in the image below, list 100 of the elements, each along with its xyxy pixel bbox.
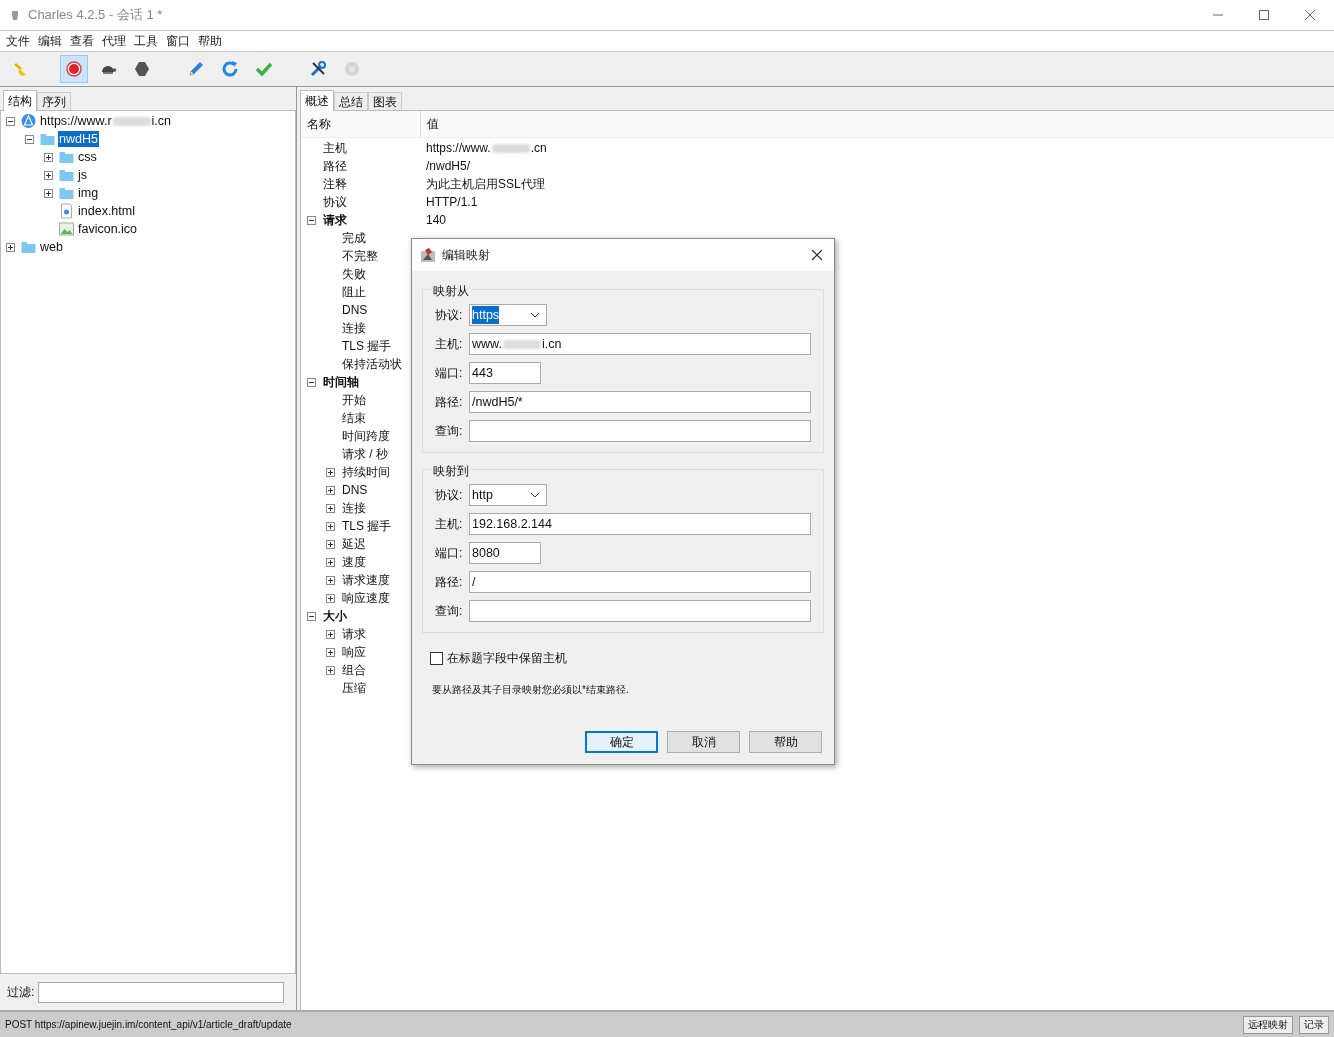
image-icon [58, 221, 75, 237]
app-icon [420, 247, 436, 263]
dialog-button[interactable]: 帮助 [749, 731, 822, 753]
protocol-dropdown[interactable]: https [469, 304, 547, 326]
expand-icon[interactable] [44, 188, 53, 198]
collapse-icon[interactable] [25, 134, 34, 144]
tree-item[interactable]: img [77, 185, 100, 201]
input-field[interactable]: / [469, 571, 811, 593]
row-name: 不完整 [342, 248, 378, 265]
input-field[interactable]: 443 [469, 362, 541, 384]
tree-item[interactable]: https://www.r i.cn [39, 113, 172, 129]
row-name: 速度 [342, 554, 366, 571]
chevron-down-icon [530, 492, 540, 498]
field-label: 端口: [435, 545, 463, 562]
hint-text: 要从路径及其子目录映射您必须以*结束路径. [431, 683, 630, 697]
input-field[interactable] [469, 420, 811, 442]
app-icon [10, 9, 20, 21]
tree-item[interactable]: js [77, 167, 89, 183]
collapse-icon[interactable] [307, 215, 316, 225]
tools-icon [309, 60, 327, 78]
row-name: 压缩 [342, 680, 366, 697]
expand-icon[interactable] [44, 170, 53, 180]
row-name: 结束 [342, 410, 366, 427]
row-name: 持续时间 [342, 464, 390, 481]
toolbar-button[interactable] [60, 55, 88, 83]
expand-icon[interactable] [44, 152, 53, 162]
tree-item[interactable]: css [77, 149, 98, 165]
input-field[interactable]: www. i.cn [469, 333, 811, 355]
menu-item[interactable]: 帮助 [194, 32, 226, 50]
tab[interactable]: 概述 [300, 90, 334, 111]
menu-item[interactable]: 窗口 [162, 32, 194, 50]
dialog-button[interactable]: 取消 [667, 731, 740, 753]
input-field[interactable]: 192.168.2.144 [469, 513, 811, 535]
status-text: POST https://apinew.juejin.im/content_api/v1/article_draft/update [5, 1018, 292, 1032]
collapse-icon[interactable] [307, 611, 316, 621]
expand-icon[interactable] [6, 242, 15, 252]
record-icon [65, 60, 83, 78]
row-name: 阻止 [342, 284, 366, 301]
row-name: 协议 [323, 194, 347, 211]
field-label: 主机: [435, 336, 463, 353]
status-button[interactable]: 远程映射 [1243, 1015, 1293, 1034]
row-name: DNS [342, 302, 368, 319]
tree-item[interactable]: favicon.ico [77, 221, 139, 237]
field-label: 查询: [435, 603, 463, 620]
expand-icon[interactable] [326, 629, 335, 639]
checkbox[interactable] [430, 651, 443, 665]
maximize-icon[interactable] [1258, 9, 1270, 21]
expand-icon[interactable] [326, 467, 335, 477]
folder-icon [20, 239, 37, 255]
field-label: 路径: [435, 574, 463, 591]
field-label: 路径: [435, 394, 463, 411]
collapse-icon[interactable] [307, 377, 316, 387]
expand-icon[interactable] [326, 665, 335, 675]
menu-item[interactable]: 代理 [98, 32, 130, 50]
tree-item[interactable]: web [39, 239, 64, 255]
folder-icon [39, 131, 56, 147]
dialog-button[interactable]: 确定 [585, 731, 658, 753]
protocol-dropdown[interactable]: http [469, 484, 547, 506]
field-label: 协议: [435, 487, 463, 504]
input-field[interactable]: /nwdH5/* [469, 391, 811, 413]
close-icon[interactable] [811, 249, 823, 261]
input-field[interactable]: 8080 [469, 542, 541, 564]
row-value: 为此主机启用SSL代理 [425, 176, 545, 193]
collapse-icon[interactable] [6, 116, 15, 126]
expand-icon[interactable] [326, 521, 335, 531]
dialog-title: 编辑映射 [442, 247, 490, 264]
refresh-icon [221, 60, 239, 78]
row-name: 请求 [342, 626, 366, 643]
tree-item[interactable]: index.html [77, 203, 136, 219]
menu-item[interactable]: 编辑 [34, 32, 66, 50]
expand-icon[interactable] [326, 575, 335, 585]
menu-item[interactable]: 文件 [2, 32, 34, 50]
menu-item[interactable]: 查看 [66, 32, 98, 50]
chevron-down-icon [530, 312, 540, 318]
expand-icon[interactable] [326, 485, 335, 495]
expand-icon[interactable] [326, 593, 335, 603]
row-name: 响应 [342, 644, 366, 661]
folder-icon [58, 167, 75, 183]
status-button[interactable]: 记录 [1299, 1015, 1329, 1034]
folder-icon [58, 149, 75, 165]
expand-icon[interactable] [326, 647, 335, 657]
tree-item[interactable]: nwdH5 [58, 131, 99, 147]
expand-icon[interactable] [326, 557, 335, 567]
row-name: 响应速度 [342, 590, 390, 607]
menu-item[interactable]: 工具 [130, 32, 162, 50]
group-title: 映射到 [431, 462, 471, 480]
column-header[interactable]: 名称 [301, 111, 421, 137]
input-field[interactable] [469, 600, 811, 622]
column-header[interactable]: 值 [421, 111, 445, 137]
row-name: 请求速度 [342, 572, 390, 589]
tab[interactable]: 结构 [3, 90, 37, 111]
row-name: 请求 [323, 212, 347, 229]
redaction-blur [491, 143, 530, 153]
close-icon[interactable] [1304, 9, 1316, 21]
redaction-blur [112, 116, 151, 126]
expand-icon[interactable] [326, 503, 335, 513]
checkbox-label: 在标题字段中保留主机 [447, 650, 567, 667]
expand-icon[interactable] [326, 539, 335, 549]
filter-field[interactable] [38, 981, 285, 1003]
document-icon [58, 203, 75, 219]
